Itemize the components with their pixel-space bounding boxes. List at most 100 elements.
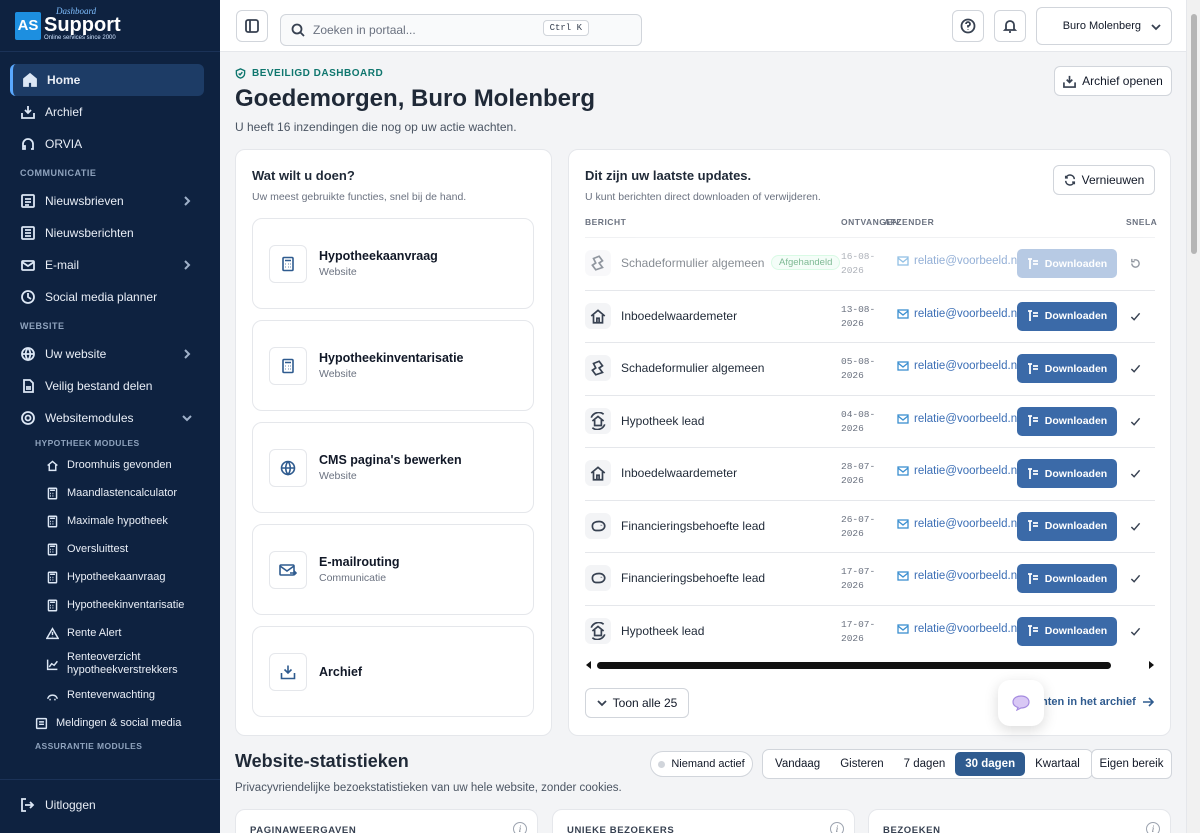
archive-open-button[interactable]: Archief openen: [1054, 66, 1172, 96]
update-row[interactable]: Inboedelwaardemeter 13-08- 2026 relatie@voo…: [585, 289, 1155, 342]
download-icon: [1027, 257, 1038, 269]
sidebar-item-rente-alert[interactable]: Rente Alert: [0, 619, 220, 647]
sidebar-item-hypotheekaanvraag[interactable]: Hypotheekaanvraag: [0, 563, 220, 591]
sidebar-item-social-planner[interactable]: Social media planner: [0, 281, 220, 313]
action-tile-cms[interactable]: CMS pagina's bewerken Website: [252, 422, 534, 513]
tile-title: CMS pagina's bewerken: [319, 453, 462, 467]
sidebar-item-websitemodules[interactable]: Websitemodules: [0, 402, 220, 434]
sidebar-item-label: Hypotheekinventarisatie: [67, 599, 185, 611]
action-tile-hypotheekinventarisatie[interactable]: Hypotheekinventarisatie Website: [252, 320, 534, 411]
row-sender-email: relatie@voorbeeld.nl: [914, 412, 1017, 425]
brand-logo[interactable]: AS Dashboard Support Online services sin…: [0, 0, 220, 52]
row-sender[interactable]: relatie@voorbeeld.nl: [897, 570, 1017, 582]
logout-button[interactable]: Uitloggen: [0, 789, 220, 821]
row-sender[interactable]: relatie@voorbeeld.nl: [897, 518, 1017, 530]
check-icon[interactable]: [1130, 362, 1141, 377]
check-icon[interactable]: [1130, 520, 1141, 535]
gear-icon: [20, 410, 36, 426]
action-tile-hypotheekaanvraag[interactable]: Hypotheekaanvraag Website: [252, 218, 534, 309]
check-icon[interactable]: [1130, 572, 1141, 587]
scrollbar-track[interactable]: [597, 662, 1111, 669]
scrollbar-thumb[interactable]: [1191, 14, 1197, 254]
download-button[interactable]: Downloaden: [1017, 301, 1117, 331]
row-sender[interactable]: relatie@voorbeeld.nl: [897, 360, 1017, 372]
update-row[interactable]: Financieringsbehoefte lead 17-07- 2026 rela…: [585, 552, 1155, 604]
sidebar-item-bestand-delen[interactable]: Veilig bestand delen: [0, 370, 220, 402]
sidebar-item-droomhuis[interactable]: Droomhuis gevonden: [0, 451, 220, 479]
sidebar-item-maandlasten[interactable]: Maandlastencalculator: [0, 479, 220, 507]
range-kwartaal[interactable]: Kwartaal: [1025, 752, 1090, 776]
action-tile-emailrouting[interactable]: E-mailrouting Communicatie: [252, 524, 534, 615]
download-button[interactable]: Downloaden: [1017, 354, 1117, 383]
range-7-dagen[interactable]: 7 dagen: [894, 752, 956, 776]
update-row[interactable]: Schadeformulier algemeen Afgehandeld 16-08…: [585, 237, 1155, 289]
search-bar[interactable]: Ctrl K: [280, 14, 642, 46]
update-row[interactable]: Inboedelwaardemeter 28-07- 2026 relatie@voo…: [585, 447, 1155, 499]
notifications-button[interactable]: [994, 10, 1026, 42]
check-icon[interactable]: [1130, 625, 1141, 640]
file-share-icon: [20, 378, 36, 394]
undo-icon[interactable]: [1130, 257, 1141, 272]
sidebar-item-nieuwsbrieven[interactable]: Nieuwsbrieven: [0, 185, 220, 217]
refresh-button[interactable]: Vernieuwen: [1053, 165, 1155, 195]
action-tile-archief[interactable]: Archief: [252, 626, 534, 717]
download-button[interactable]: Downloaden: [1017, 616, 1117, 646]
update-row[interactable]: Schadeformulier algemeen 05-08- 2026 relati…: [585, 342, 1155, 394]
update-row[interactable]: Financieringsbehoefte lead 26-07- 2026 rela…: [585, 499, 1155, 552]
piggy-bank-icon: [585, 565, 611, 591]
info-icon[interactable]: i: [830, 822, 844, 833]
row-sender[interactable]: relatie@voorbeeld.nl: [897, 465, 1017, 477]
range-30-dagen[interactable]: 30 dagen: [955, 752, 1026, 776]
chat-widget-button[interactable]: [998, 680, 1044, 726]
sidebar-toggle-button[interactable]: [236, 10, 268, 42]
info-icon[interactable]: i: [513, 822, 527, 833]
download-button[interactable]: Downloaden: [1017, 406, 1117, 436]
sidebar-item-label: Veilig bestand delen: [45, 379, 153, 393]
info-icon[interactable]: i: [1146, 822, 1160, 833]
row-date-day: 16-08-: [841, 251, 876, 262]
range-vandaag[interactable]: Vandaag: [765, 752, 830, 776]
download-button[interactable]: Downloaden: [1017, 564, 1117, 593]
download-button[interactable]: Downloaden: [1017, 249, 1117, 278]
clock-icon: [20, 289, 36, 305]
scroll-right-icon[interactable]: [1147, 660, 1155, 670]
sidebar-item-renteverwachting[interactable]: Renteverwachting: [0, 681, 220, 709]
custom-range-button[interactable]: Eigen bereik: [1091, 749, 1172, 779]
sidebar-item-email[interactable]: E-mail: [0, 249, 220, 281]
bell-icon: [1002, 20, 1018, 33]
globe-icon: [269, 449, 307, 487]
sidebar-item-nieuwsberichten[interactable]: Nieuwsberichten: [0, 217, 220, 249]
download-button[interactable]: Downloaden: [1017, 459, 1117, 488]
table-horizontal-scrollbar[interactable]: [585, 660, 1155, 670]
sidebar-item-oversluittest[interactable]: Oversluittest: [0, 535, 220, 563]
section-assurantie-modules: ASSURANTIE MODULES: [35, 740, 143, 751]
sidebar-item-hypotheekinventarisatie[interactable]: Hypotheekinventarisatie: [0, 591, 220, 619]
range-gisteren[interactable]: Gisteren: [830, 752, 893, 776]
show-all-button[interactable]: Toon alle 25: [585, 688, 689, 718]
update-row[interactable]: Hypotheek lead 04-08- 2026 relatie@voorbeel…: [585, 394, 1155, 447]
download-button[interactable]: Downloaden: [1017, 511, 1117, 541]
update-row[interactable]: Hypotheek lead 17-07- 2026 relatie@voorbeel…: [585, 604, 1155, 657]
row-sender[interactable]: relatie@voorbeeld.nl: [897, 623, 1017, 635]
sidebar-item-maximale-hypotheek[interactable]: Maximale hypotheek: [0, 507, 220, 535]
check-icon[interactable]: [1130, 310, 1141, 325]
sidebar-item-home[interactable]: Home: [10, 64, 204, 96]
row-date-day: 28-07-: [841, 461, 876, 472]
scroll-left-icon[interactable]: [585, 660, 593, 670]
row-sender[interactable]: relatie@voorbeeld.nl: [897, 308, 1017, 320]
page-scrollbar[interactable]: [1186, 0, 1200, 833]
sidebar-item-meldingen[interactable]: Meldingen & social media: [0, 709, 220, 737]
check-icon[interactable]: [1130, 467, 1141, 482]
sidebar-item-label: E-mail: [45, 258, 80, 272]
help-button[interactable]: [952, 10, 984, 42]
search-input[interactable]: [313, 23, 543, 37]
sidebar-item-orvia[interactable]: ORVIA: [0, 128, 220, 160]
archive-link[interactable]: hten in het archief: [1041, 696, 1154, 708]
sidebar-item-uw-website[interactable]: Uw website: [0, 338, 220, 370]
check-icon[interactable]: [1130, 415, 1141, 430]
account-menu[interactable]: Buro Molenberg: [1036, 7, 1172, 45]
row-sender[interactable]: relatie@voorbeeld.nl: [897, 413, 1017, 425]
sidebar-item-archief[interactable]: Archief: [0, 96, 220, 128]
sidebar-item-renteoverzicht[interactable]: Renteoverzicht hypotheekverstrekkers: [0, 647, 220, 681]
row-sender[interactable]: relatie@voorbeeld.nl: [897, 255, 1017, 267]
